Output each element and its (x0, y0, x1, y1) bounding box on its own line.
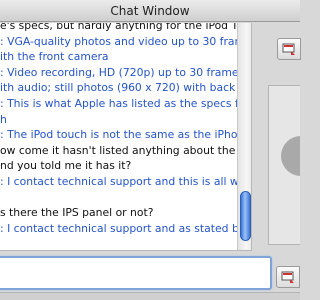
send-icon (277, 267, 299, 287)
chat-line: : I contact technical support and this i… (0, 174, 238, 188)
transcript-lines: e's specs, but hardly anything for the i… (0, 23, 238, 236)
chat-line: : The iPod touch is not the same as the … (0, 128, 238, 142)
send-button[interactable] (276, 266, 300, 288)
window-title: Chat Window (110, 4, 190, 18)
chat-line: e's specs, but hardly anything for the i… (0, 23, 238, 32)
chat-line: h (0, 112, 7, 126)
chat-transcript[interactable]: e's specs, but hardly anything for the i… (0, 23, 252, 251)
scrollbar[interactable] (237, 23, 251, 250)
chat-line: : I contact technical support and as sta… (0, 221, 238, 235)
chat-line: : Video recording, HD (720p) up to 30 fr… (0, 65, 238, 79)
chat-line: nd you told me it has it? (0, 159, 132, 173)
video-call-icon (278, 39, 300, 59)
status-bar (0, 292, 300, 300)
video-call-button[interactable] (277, 38, 301, 60)
chat-line: ith audio; still photos (960 x 720) with… (0, 81, 238, 95)
message-input[interactable] (0, 256, 272, 290)
chat-line: s there the IPS panel or not? (0, 206, 154, 220)
avatar (281, 136, 300, 176)
chat-line: : VGA-quality photos and video up to 30 … (0, 34, 238, 48)
chat-line (0, 190, 238, 206)
scroll-thumb[interactable] (240, 191, 251, 241)
chat-line: : This is what Apple has listed as the s… (0, 96, 238, 110)
side-panel (253, 23, 301, 251)
title-bar[interactable]: Chat Window (0, 0, 300, 22)
chat-line: ow come it hasn't listed anything about … (0, 143, 238, 157)
contact-video-area (268, 85, 300, 245)
chat-line: ith the front camera (0, 50, 109, 64)
